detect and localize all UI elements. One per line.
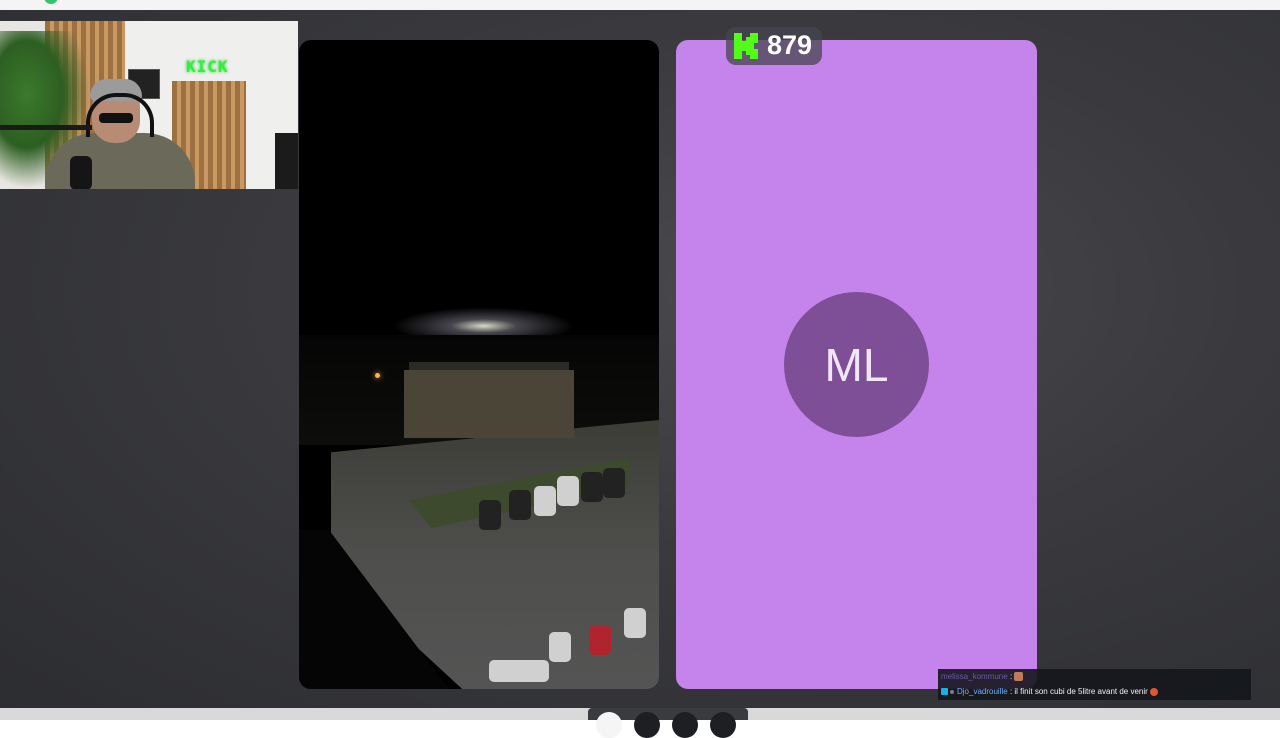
dock-button-1[interactable] (596, 712, 622, 738)
parked-car (581, 472, 603, 502)
chat-username: Djo_vadrouille (957, 687, 1008, 696)
dot-icon (950, 689, 954, 694)
chat-username: melissa_kommune (941, 672, 1008, 681)
dock-button-3[interactable] (672, 712, 698, 738)
monitor (275, 133, 298, 189)
participant-video-left[interactable] (299, 40, 659, 689)
parked-car (549, 632, 571, 662)
participant-avatar: ML (784, 292, 929, 437)
chat-message: melissa_kommune : (941, 671, 1024, 683)
parked-car (489, 660, 549, 682)
top-strip (0, 0, 1280, 10)
chat-separator: : (1009, 672, 1013, 681)
chat-overlay: melissa_kommune : Djo_vadrouille : il fi… (938, 669, 1251, 700)
chat-message: Djo_vadrouille : il finit son cubi de 5l… (941, 686, 1159, 698)
kick-logo-icon (734, 33, 758, 59)
mic-arm (0, 125, 92, 130)
parked-car (479, 500, 501, 530)
parked-car (603, 468, 625, 498)
sunglasses (99, 113, 133, 123)
custom-emote-icon (1014, 672, 1024, 682)
face-emoji-icon (1150, 687, 1159, 696)
microphone (70, 156, 92, 189)
parked-car (557, 476, 579, 506)
kick-neon-sign: KICK (186, 57, 229, 76)
status-dot-icon (44, 0, 58, 4)
subscriber-badge-icon (941, 688, 948, 696)
streamer-webcam: KICK (0, 21, 298, 189)
street-lamp (375, 373, 380, 378)
chat-separator: : (1009, 687, 1013, 696)
parked-car (509, 490, 531, 520)
building (404, 370, 574, 438)
dock-button-2[interactable] (634, 712, 660, 738)
parked-car (624, 608, 646, 638)
dock-button-4[interactable] (710, 712, 736, 738)
parked-car (589, 625, 611, 655)
viewer-count: 879 (767, 30, 813, 60)
parked-car (534, 486, 556, 516)
chat-text: il finit son cubi de 5litre avant de ven… (1014, 687, 1148, 696)
